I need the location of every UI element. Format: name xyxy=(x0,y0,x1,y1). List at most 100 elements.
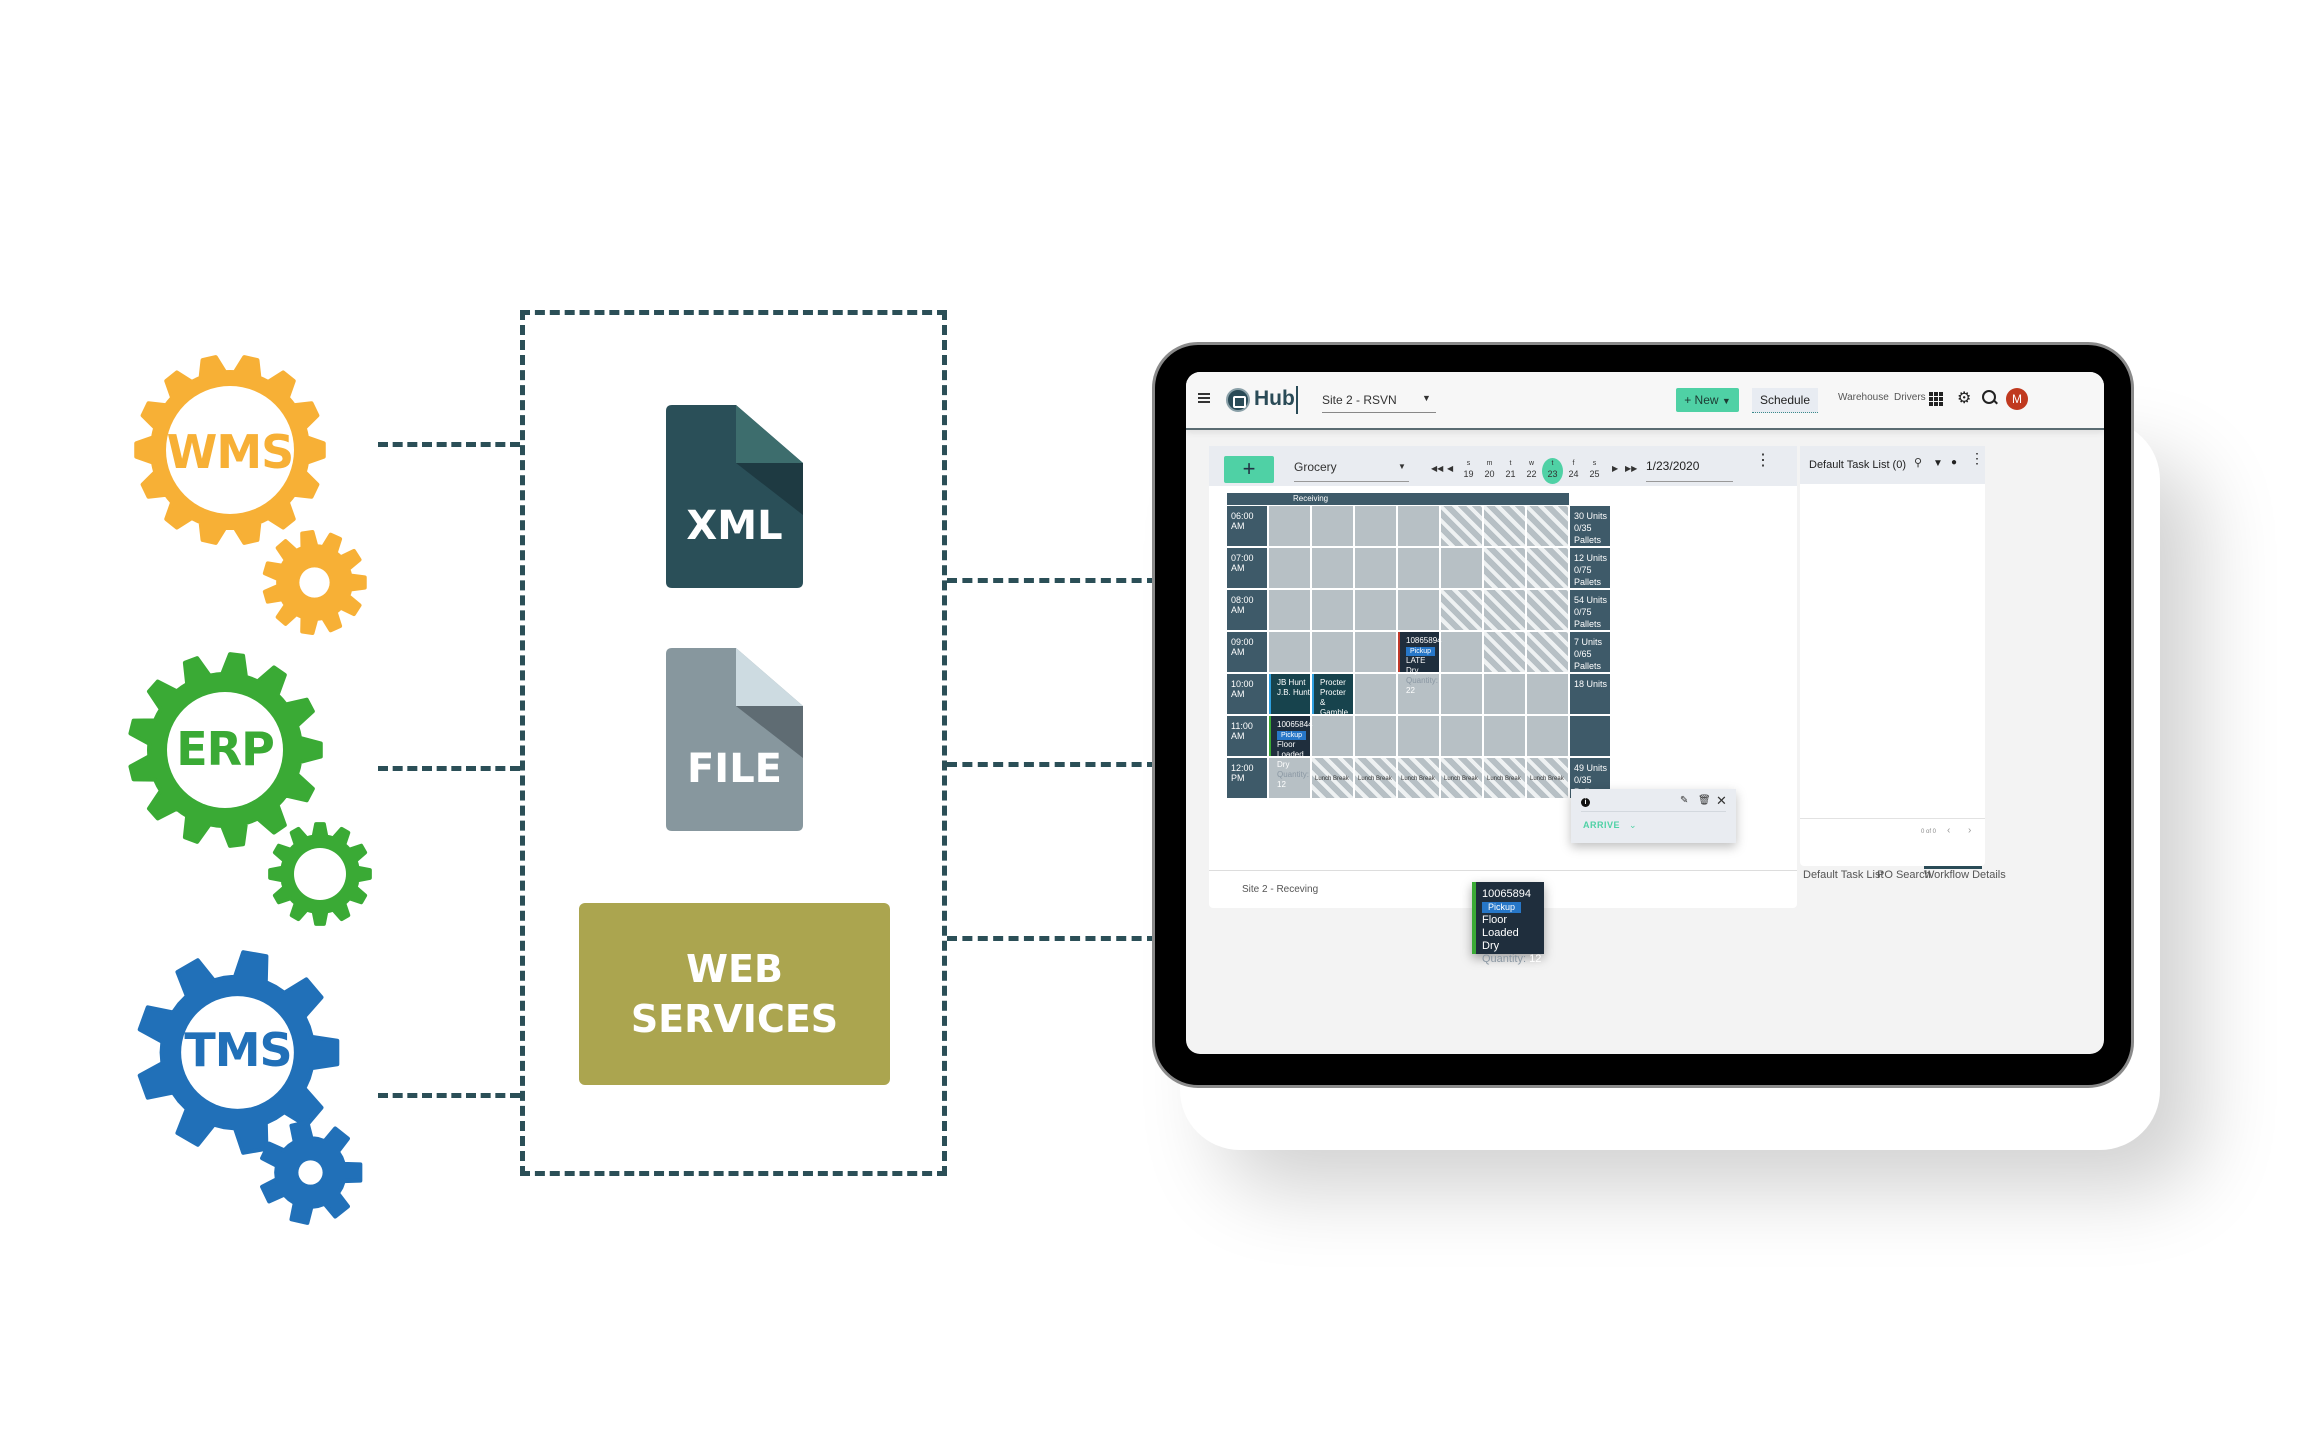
last-week-icon[interactable]: ▶▶ xyxy=(1625,464,1637,473)
schedule-slot[interactable]: Lunch Break xyxy=(1484,758,1525,798)
schedule-slot[interactable] xyxy=(1269,590,1310,630)
apps-grid-icon[interactable] xyxy=(1929,392,1943,406)
schedule-slot[interactable] xyxy=(1269,506,1310,546)
capacity-pallets: 0/65 Pallets xyxy=(1574,649,1602,671)
pickup-appointment-card[interactable]: 10065844 Pickup Floor Loaded Dry Quantity: 1… xyxy=(1269,716,1313,789)
day-21[interactable]: t 21 xyxy=(1500,458,1521,484)
schedule-slot[interactable] xyxy=(1398,590,1439,630)
brand-divider xyxy=(1296,386,1298,414)
filter-icon[interactable]: ▼ xyxy=(1933,458,1943,469)
schedule-slot[interactable] xyxy=(1398,548,1439,588)
tab-schedule[interactable]: Schedule xyxy=(1752,388,1818,413)
appointment-type-badge: Pickup xyxy=(1277,731,1307,740)
schedule-slot[interactable] xyxy=(1355,632,1396,672)
schedule-slot[interactable] xyxy=(1441,506,1482,546)
user-icon[interactable]: ● xyxy=(1951,457,1957,468)
appointment-type-badge: Pickup xyxy=(1482,902,1522,913)
hamburger-menu-icon[interactable] xyxy=(1198,393,1210,403)
schedule-slot[interactable]: Lunch Break xyxy=(1398,758,1439,798)
tab-po-search[interactable]: PO Search xyxy=(1877,869,1931,881)
schedule-slot[interactable] xyxy=(1527,632,1568,672)
schedule-slot[interactable] xyxy=(1441,548,1482,588)
pager-next-icon[interactable]: › xyxy=(1968,825,1971,836)
schedule-slot[interactable] xyxy=(1484,716,1525,756)
day-23[interactable]: t 23 xyxy=(1542,458,1563,484)
next-day-icon[interactable]: ▶ xyxy=(1612,464,1618,473)
new-button[interactable]: + New ▼ xyxy=(1676,388,1739,412)
procter-gamble-appointment-card[interactable]: Procter Procter & Gamble xyxy=(1312,674,1353,717)
schedule-slot[interactable] xyxy=(1355,506,1396,546)
schedule-slot[interactable] xyxy=(1441,632,1482,672)
schedule-slot[interactable] xyxy=(1527,548,1568,588)
day-25[interactable]: s 25 xyxy=(1584,458,1605,484)
prev-day-icon[interactable]: ◀ xyxy=(1447,464,1453,473)
schedule-slot[interactable] xyxy=(1527,506,1568,546)
search-icon[interactable]: ⚲ xyxy=(1914,456,1922,469)
schedule-slot[interactable] xyxy=(1484,632,1525,672)
edit-pencil-icon[interactable]: ✎ xyxy=(1680,795,1688,806)
day-19[interactable]: s 19 xyxy=(1458,458,1479,484)
schedule-slot[interactable] xyxy=(1312,548,1353,588)
schedule-slot[interactable] xyxy=(1484,506,1525,546)
first-week-icon[interactable]: ◀◀ xyxy=(1431,464,1443,473)
time-slot-label: 07:00 AM xyxy=(1227,548,1267,588)
schedule-slot[interactable] xyxy=(1312,716,1353,756)
schedule-slot[interactable] xyxy=(1441,716,1482,756)
appointment-type-badge: Pickup xyxy=(1406,647,1436,656)
schedule-slot[interactable] xyxy=(1527,716,1568,756)
chevron-down-icon: ⌄ xyxy=(1629,820,1638,830)
schedule-slot[interactable] xyxy=(1484,548,1525,588)
schedule-slot[interactable] xyxy=(1484,674,1525,714)
info-icon[interactable]: i xyxy=(1581,798,1590,807)
app-header: Hub Site 2 - RSVN ▼ + New ▼ Schedule War… xyxy=(1186,372,2104,430)
schedule-slot[interactable] xyxy=(1312,506,1353,546)
capacity-summary: 18 Units xyxy=(1570,674,1610,714)
schedule-slot[interactable]: Lunch Break xyxy=(1441,758,1482,798)
close-icon[interactable]: ✕ xyxy=(1716,793,1727,809)
schedule-slot[interactable] xyxy=(1527,674,1568,714)
schedule-slot[interactable]: Lunch Break xyxy=(1527,758,1568,798)
date-field[interactable]: 1/23/2020 xyxy=(1646,459,1733,482)
day-20[interactable]: m 20 xyxy=(1479,458,1500,484)
more-options-icon[interactable]: ⋮ xyxy=(1970,451,1984,465)
search-icon[interactable] xyxy=(1982,390,1998,405)
category-select[interactable]: Grocery ▼ xyxy=(1294,459,1409,482)
schedule-slot[interactable] xyxy=(1527,590,1568,630)
schedule-slot[interactable] xyxy=(1398,716,1439,756)
time-slot-label: 08:00 AM xyxy=(1227,590,1267,630)
schedule-slot[interactable] xyxy=(1355,548,1396,588)
lunch-break-label: Lunch Break xyxy=(1530,776,1564,782)
schedule-slot[interactable] xyxy=(1355,590,1396,630)
jb-hunt-appointment-card[interactable]: JB Hunt J.B. Hunt xyxy=(1269,674,1310,714)
schedule-slot[interactable] xyxy=(1269,548,1310,588)
add-appointment-button[interactable]: + xyxy=(1224,456,1274,483)
pager-prev-icon[interactable]: ‹ xyxy=(1947,825,1950,836)
day-22[interactable]: w 22 xyxy=(1521,458,1542,484)
tab-workflow-details[interactable]: Workflow Details xyxy=(1924,869,2006,881)
schedule-slot[interactable] xyxy=(1355,674,1396,714)
nav-warehouse[interactable]: Warehouse xyxy=(1838,392,1889,403)
user-avatar[interactable]: M xyxy=(2006,388,2028,410)
day-of-week: f xyxy=(1572,460,1575,467)
schedule-slot[interactable] xyxy=(1441,674,1482,714)
capacity-summary: 30 Units 0/35 Pallets xyxy=(1570,506,1610,546)
schedule-slot[interactable] xyxy=(1312,590,1353,630)
site-select[interactable]: Site 2 - RSVN ▼ xyxy=(1322,390,1436,413)
tab-default-task-list[interactable]: Default Task List xyxy=(1803,869,1884,881)
schedule-slot[interactable] xyxy=(1269,632,1310,672)
late-appointment-card[interactable]: 10865894 Pickup LATE Dry Quantity: 22 xyxy=(1398,632,1442,695)
settings-gear-icon[interactable]: ⚙ xyxy=(1957,388,1971,408)
schedule-slot[interactable] xyxy=(1398,506,1439,546)
schedule-slot[interactable] xyxy=(1441,590,1482,630)
schedule-slot[interactable] xyxy=(1355,716,1396,756)
more-options-icon[interactable]: ⋮ xyxy=(1755,453,1771,469)
schedule-slot[interactable]: Lunch Break xyxy=(1355,758,1396,798)
dragging-appointment-card[interactable]: 10065894 Pickup Floor Loaded Dry Quantit… xyxy=(1472,882,1544,965)
schedule-slot[interactable] xyxy=(1484,590,1525,630)
nav-drivers[interactable]: Drivers xyxy=(1894,392,1926,403)
day-24[interactable]: f 24 xyxy=(1563,458,1584,484)
arrive-action[interactable]: ARRIVE ⌄ xyxy=(1583,820,1637,831)
schedule-slot[interactable] xyxy=(1312,632,1353,672)
delete-trash-icon[interactable]: 🗑 xyxy=(1698,795,1711,806)
schedule-slot[interactable]: Lunch Break xyxy=(1312,758,1353,798)
